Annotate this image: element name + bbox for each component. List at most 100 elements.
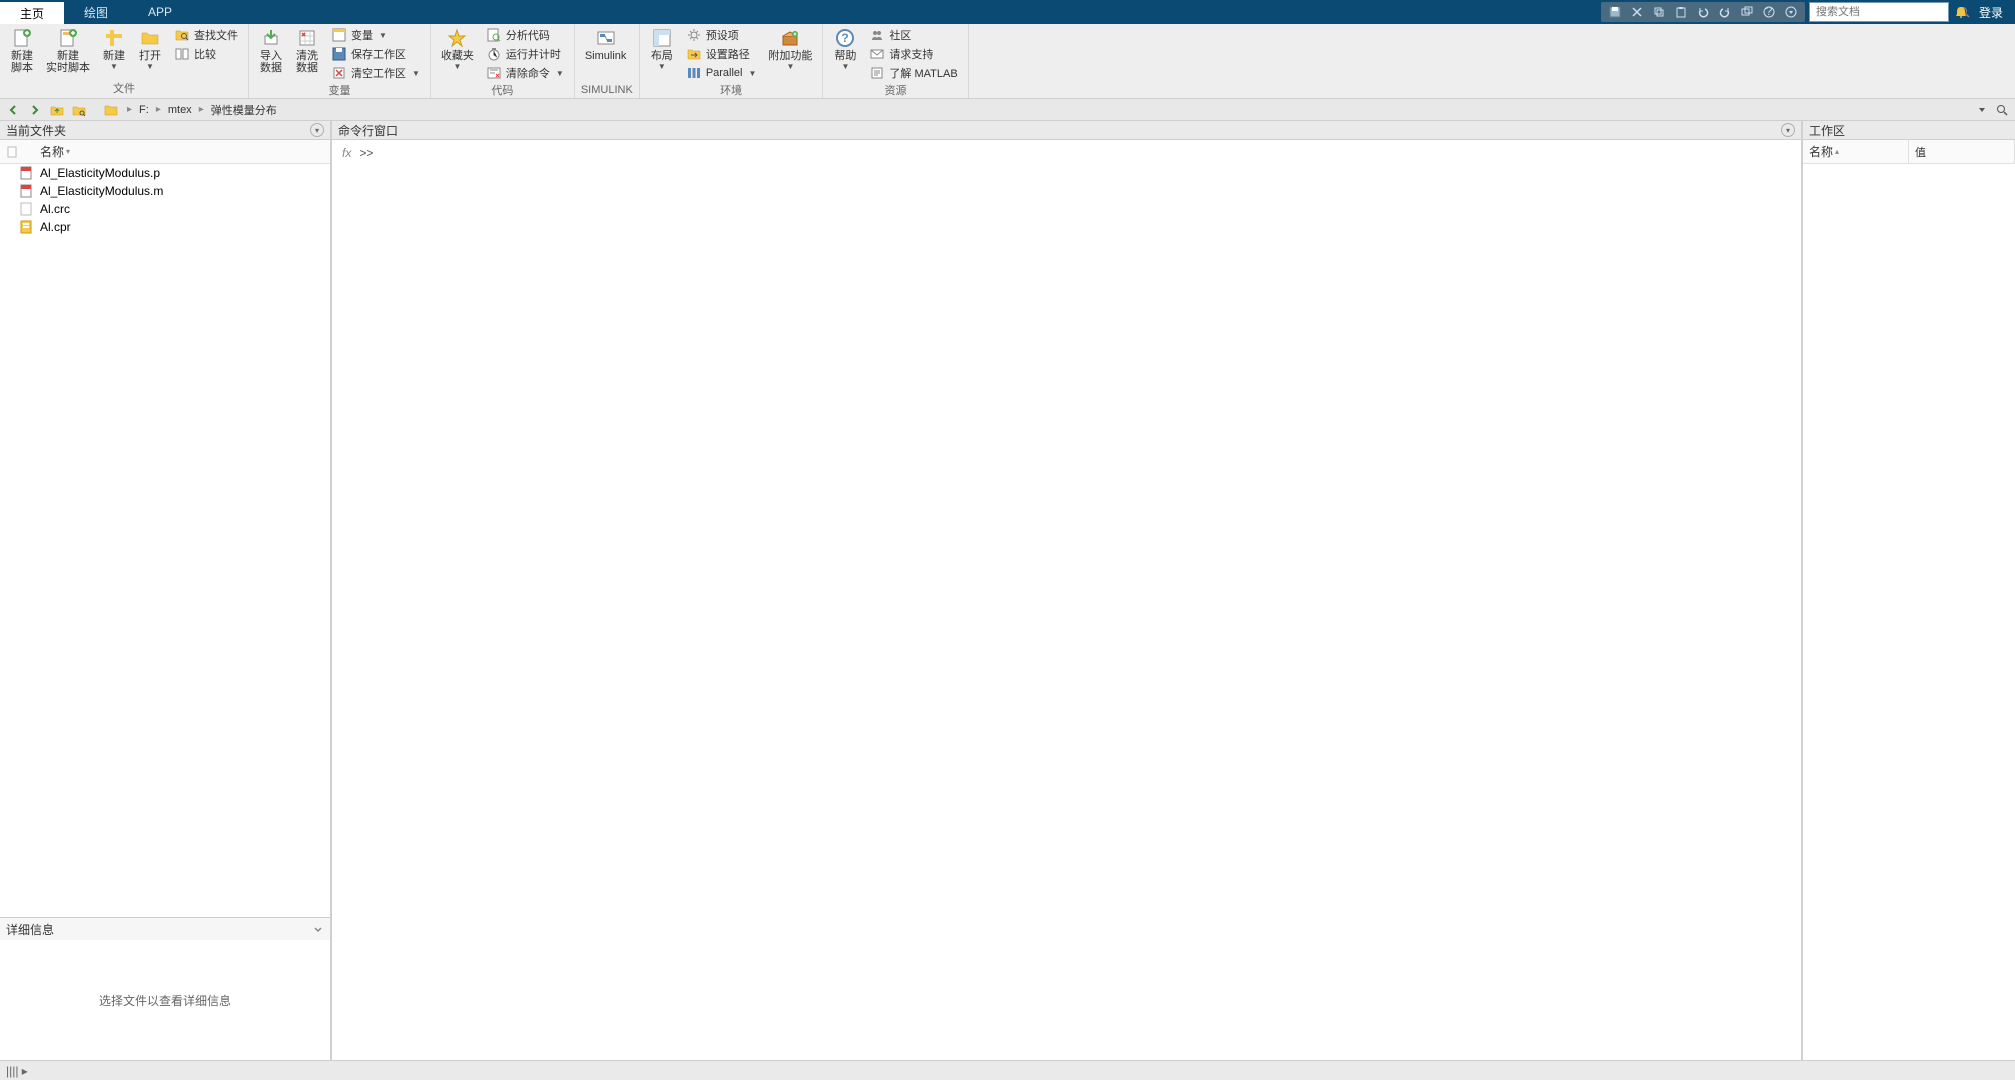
tab-app[interactable]: APP [128, 0, 192, 24]
file-group-label: 文件 [6, 80, 242, 98]
variable-label: 变量 [351, 27, 373, 43]
save-ws-icon [331, 46, 347, 62]
file-row[interactable]: Al_ElasticityModulus.p [0, 164, 330, 182]
gear-icon [686, 27, 702, 43]
current-folder-title-bar[interactable]: 当前文件夹 ▾ [0, 121, 330, 140]
file-row[interactable]: Al.crc [0, 200, 330, 218]
undo-icon[interactable] [1695, 4, 1711, 20]
preferences-button[interactable]: 预设项 [682, 26, 761, 44]
sort-indicator-icon: ▾ [66, 147, 70, 156]
file-list[interactable]: Al_ElasticityModulus.p Al_ElasticityModu… [0, 164, 330, 917]
addons-icon [780, 28, 800, 48]
crumb-drive[interactable]: F: [139, 104, 149, 116]
notification-icon[interactable] [1953, 4, 1969, 20]
tab-plot[interactable]: 绘图 [64, 0, 128, 24]
command-window-title: 命令行窗口 [338, 122, 398, 139]
analyze-code-button[interactable]: 分析代码 [482, 26, 568, 44]
file-row[interactable]: Al.cpr [0, 218, 330, 236]
status-ready-icon: |||| ▸ [6, 1064, 28, 1078]
nav-back-button[interactable] [4, 101, 22, 119]
current-folder-title: 当前文件夹 [6, 122, 66, 139]
code-group-label: 代码 [437, 82, 568, 100]
command-window-body[interactable]: fx >> [332, 140, 1801, 1060]
request-support-button[interactable]: 请求支持 [865, 45, 961, 63]
addons-button[interactable]: 附加功能 ▼ [764, 26, 816, 73]
copy-icon[interactable] [1651, 4, 1667, 20]
resources-group-label: 资源 [829, 82, 961, 100]
panel-menu-button[interactable]: ▾ [1781, 123, 1795, 137]
nav-browse-button[interactable] [70, 101, 88, 119]
ws-value-column[interactable]: 值 [1909, 140, 2015, 163]
file-name: Al_ElasticityModulus.p [40, 166, 160, 180]
crc-file-icon [18, 201, 34, 217]
redo-icon[interactable] [1717, 4, 1733, 20]
new-script-button[interactable]: 新建 脚本 [6, 26, 38, 76]
current-folder-panel: 当前文件夹 ▾ 名称 ▾ Al_ElasticityModulus.p Al_E… [0, 121, 332, 1060]
learn-icon [869, 65, 885, 81]
command-window-title-bar[interactable]: 命令行窗口 ▾ [332, 121, 1801, 140]
search-docs[interactable] [1809, 2, 1949, 22]
crumb-folder-2[interactable]: 弹性模量分布 [211, 102, 277, 118]
addr-search-button[interactable] [1993, 101, 2011, 119]
community-button[interactable]: 社区 [865, 26, 961, 44]
save-icon[interactable] [1607, 4, 1623, 20]
help-icon[interactable]: ? [1761, 4, 1777, 20]
ribbon-group-variable: 导入 数据 清洗 数据 变量 ▼ 保存工作区 清空工作区 [249, 24, 431, 98]
new-button[interactable]: 新建 ▼ [98, 26, 130, 73]
clear-commands-button[interactable]: 清除命令 ▼ [482, 64, 568, 82]
file-type-icon [6, 146, 18, 158]
chevron-down-icon: ▼ [841, 63, 849, 71]
cut-icon[interactable] [1629, 4, 1645, 20]
command-prompt: >> [359, 146, 373, 160]
find-files-label: 查找文件 [194, 27, 238, 43]
crumb-folder-1[interactable]: mtex [168, 104, 192, 116]
workspace-body[interactable] [1803, 164, 2015, 1060]
simulink-button[interactable]: Simulink [581, 26, 631, 64]
workspace-title-bar[interactable]: 工作区 [1803, 121, 2015, 140]
quick-access-strip: ? [1601, 2, 1805, 22]
timer-icon [486, 46, 502, 62]
new-live-script-button[interactable]: 新建 实时脚本 [42, 26, 94, 76]
search-input[interactable] [1814, 6, 1958, 18]
parallel-button[interactable]: Parallel ▼ [682, 64, 761, 82]
login-link[interactable]: 登录 [1973, 4, 2009, 21]
ribbon-group-file: 新建 脚本 新建 实时脚本 新建 ▼ 打开 ▼ 查找文件 [0, 24, 249, 98]
panel-menu-button[interactable]: ▾ [310, 123, 324, 137]
variable-button[interactable]: 变量 ▼ [327, 26, 424, 44]
compare-button[interactable]: 比较 [170, 45, 242, 63]
favorites-button[interactable]: 收藏夹 ▼ [437, 26, 478, 73]
details-collapse-button[interactable] [312, 923, 324, 935]
clear-workspace-button[interactable]: 清空工作区 ▼ [327, 64, 424, 82]
find-files-button[interactable]: 查找文件 [170, 26, 242, 44]
save-workspace-button[interactable]: 保存工作区 [327, 45, 424, 63]
file-row[interactable]: Al_ElasticityModulus.m [0, 182, 330, 200]
quick-dropdown-icon[interactable] [1783, 4, 1799, 20]
addr-dropdown-button[interactable] [1973, 101, 1991, 119]
nav-forward-button[interactable] [26, 101, 44, 119]
fx-icon[interactable]: fx [342, 146, 351, 160]
path-icon [686, 46, 702, 62]
new-label: 新建 [103, 50, 125, 62]
crumb-sep-icon: ▸ [124, 104, 135, 115]
import-data-button[interactable]: 导入 数据 [255, 26, 287, 76]
help-button[interactable]: ? 帮助 ▼ [829, 26, 861, 73]
clean-icon [297, 28, 317, 48]
clear-cmd-icon [486, 65, 502, 81]
top-tab-bar: 主页 绘图 APP ? 登录 [0, 0, 2015, 24]
learn-matlab-button[interactable]: 了解 MATLAB [865, 64, 961, 82]
workspace-title: 工作区 [1809, 122, 1845, 139]
layout-button[interactable]: 布局 ▼ [646, 26, 678, 73]
nav-up-button[interactable] [48, 101, 66, 119]
run-and-time-button[interactable]: 运行并计时 [482, 45, 568, 63]
ws-name-column[interactable]: 名称 ▴ [1803, 140, 1909, 163]
details-header[interactable]: 详细信息 [0, 918, 330, 940]
chevron-down-icon: ▼ [786, 63, 794, 71]
open-button[interactable]: 打开 ▼ [134, 26, 166, 73]
clear-cmd-label: 清除命令 [506, 65, 550, 81]
clean-data-button[interactable]: 清洗 数据 [291, 26, 323, 76]
paste-icon[interactable] [1673, 4, 1689, 20]
switch-windows-icon[interactable] [1739, 4, 1755, 20]
name-column-header[interactable]: 名称 ▾ [24, 143, 324, 160]
tab-home[interactable]: 主页 [0, 0, 64, 24]
set-path-button[interactable]: 设置路径 [682, 45, 761, 63]
